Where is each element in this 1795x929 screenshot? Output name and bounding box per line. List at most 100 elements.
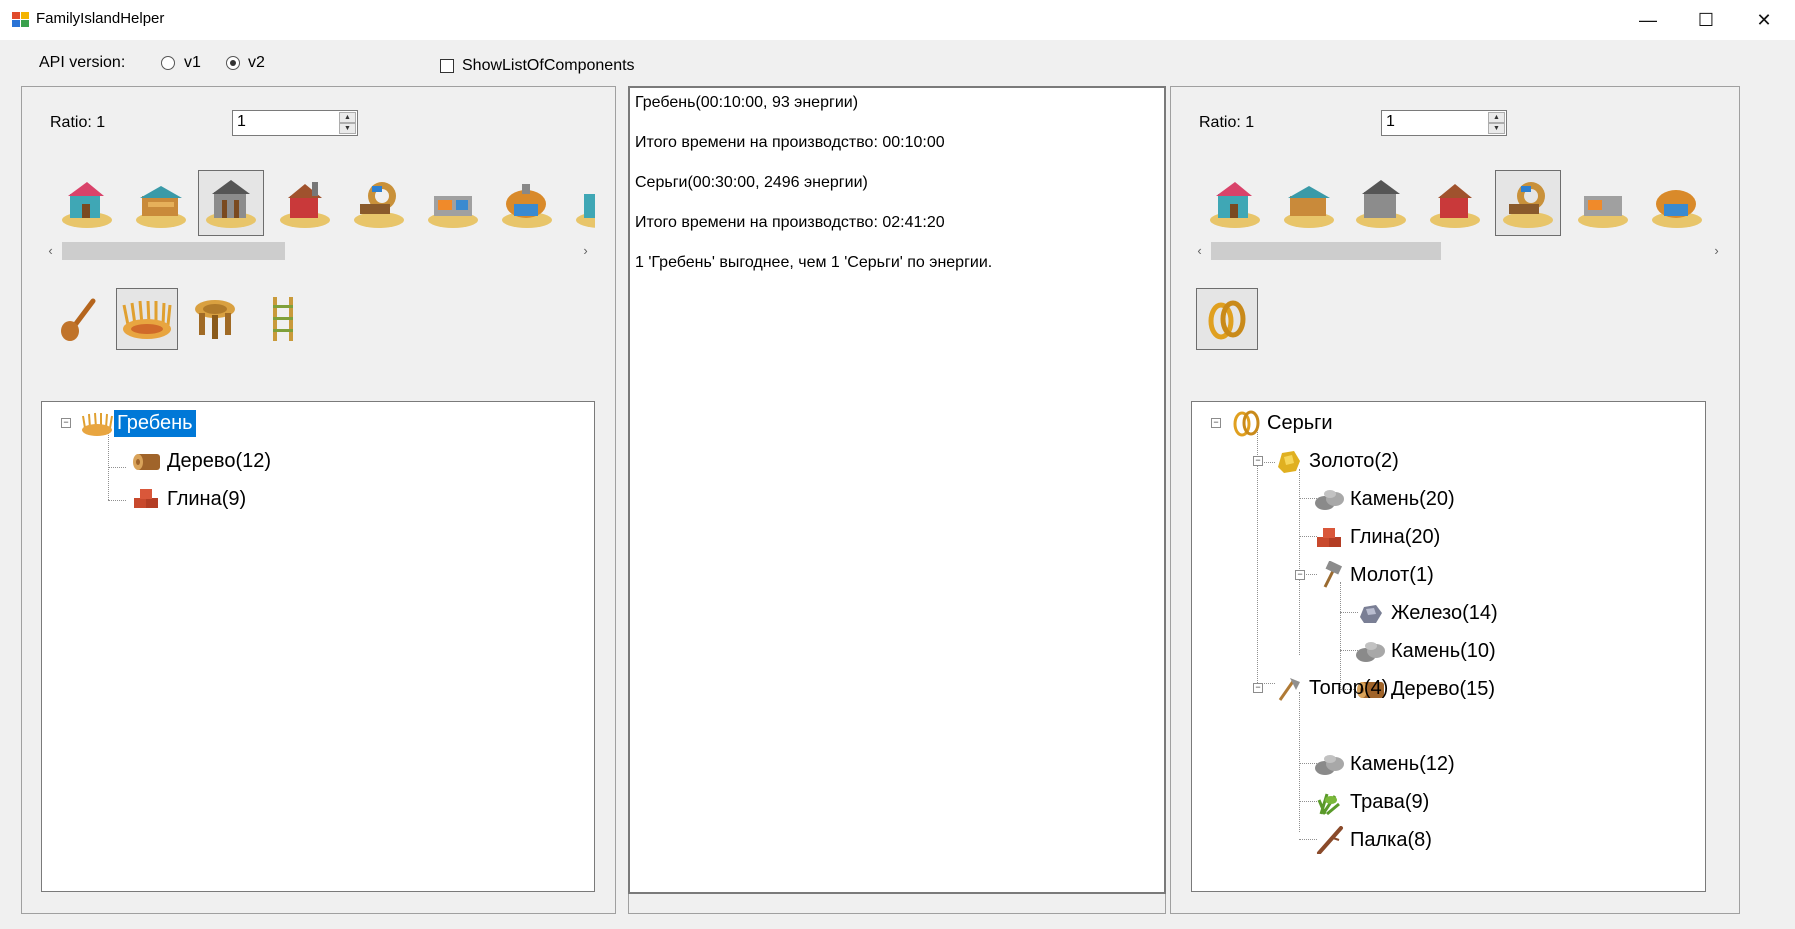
radio-v2[interactable]	[226, 56, 240, 70]
tree-node[interactable]: Золото(2)	[1272, 446, 1402, 476]
comb-icon	[122, 300, 172, 339]
comparison-output[interactable]: Гребень(00:10:00, 93 энергии) Итого врем…	[628, 86, 1166, 894]
tree-node[interactable]: Камень(20)	[1313, 484, 1458, 514]
right-building-3[interactable]	[1348, 170, 1414, 236]
tree-node[interactable]: Дерево(12)	[130, 446, 274, 476]
tree-node[interactable]: Гребень	[80, 408, 196, 438]
left-item-3[interactable]	[184, 288, 246, 350]
api-version-label: API version:	[39, 54, 126, 71]
right-buildings-scrollbar[interactable]: ‹ ›	[1191, 242, 1728, 260]
left-building-3[interactable]	[198, 170, 264, 236]
spoon-icon	[61, 298, 96, 341]
smelter-building-icon	[428, 196, 478, 228]
comb-icon	[82, 412, 113, 436]
left-ratio-label: Ratio: 1	[50, 114, 106, 131]
tree-node-label: Глина(9)	[167, 487, 247, 510]
right-building-2[interactable]	[1276, 170, 1342, 236]
radio-v1-label[interactable]: v1	[184, 54, 201, 72]
right-building-4[interactable]	[1422, 170, 1488, 236]
radio-v2-label[interactable]: v2	[248, 54, 265, 72]
right-ratio-up-button[interactable]: ▲	[1488, 112, 1505, 123]
tree-collapse-toggle[interactable]: −	[1253, 683, 1263, 693]
left-building-4[interactable]	[272, 170, 338, 236]
output-line: 1 'Гребень' выгоднее, чем 1 'Серьги' по …	[635, 254, 993, 271]
right-component-tree: − − − − Серьги Золото(2) Камень(20) Глин…	[1191, 401, 1706, 892]
left-ratio-up-button[interactable]: ▲	[339, 112, 356, 123]
right-ratio-down-button[interactable]: ▼	[1488, 123, 1505, 134]
left-ratio-value: 1	[237, 113, 246, 130]
right-item-1[interactable]	[1196, 288, 1258, 350]
tree-node[interactable]: Молот(1)	[1313, 560, 1437, 590]
tree-node[interactable]: Железо(14)	[1354, 598, 1501, 628]
grass-icon	[1317, 793, 1340, 816]
left-building-6[interactable]	[420, 170, 486, 236]
workshop-building-icon	[576, 194, 595, 228]
mine-building-icon	[1356, 180, 1406, 228]
tree-collapse-toggle[interactable]: −	[1295, 570, 1305, 580]
scroll-right-icon[interactable]: ›	[577, 242, 594, 260]
show-list-checkbox[interactable]	[440, 59, 454, 73]
right-building-7[interactable]	[1644, 170, 1710, 236]
left-item-4[interactable]	[252, 288, 314, 350]
weaving-building-icon	[1503, 182, 1553, 228]
workshop-building-icon	[1210, 182, 1260, 228]
right-building-5[interactable]	[1495, 170, 1561, 236]
stone-icon	[1356, 642, 1385, 662]
window-title: FamilyIslandHelper	[36, 10, 165, 27]
tree-collapse-toggle[interactable]: −	[1211, 418, 1221, 428]
tree-node[interactable]: Трава(9)	[1313, 787, 1432, 817]
output-line: Итого времени на производство: 00:10:00	[635, 134, 945, 151]
tree-collapse-toggle[interactable]: −	[1253, 456, 1263, 466]
show-list-label[interactable]: ShowListOfComponents	[462, 57, 635, 75]
left-ratio-down-button[interactable]: ▼	[339, 123, 356, 134]
log-icon	[133, 454, 160, 470]
scroll-right-icon[interactable]: ›	[1708, 242, 1725, 260]
tree-node[interactable]: Глина(9)	[130, 484, 249, 514]
tree-node[interactable]: Глина(20)	[1313, 522, 1443, 552]
right-ratio-input[interactable]: 1 ▲ ▼	[1381, 110, 1507, 136]
tree-node-label: Серьги	[1267, 411, 1333, 434]
left-buildings-strip	[50, 168, 595, 240]
forge-building-icon	[1430, 184, 1480, 228]
stool-icon	[195, 300, 235, 339]
stone-icon	[1315, 755, 1344, 775]
maximize-button[interactable]: ☐	[1677, 0, 1735, 40]
tree-node-label: Топор(4)	[1309, 676, 1389, 699]
right-building-6[interactable]	[1570, 170, 1636, 236]
left-building-8[interactable]	[568, 170, 595, 236]
tree-node-label: Дерево(12)	[167, 449, 272, 472]
radio-v1[interactable]	[161, 56, 175, 70]
tree-node[interactable]: Топор(4)	[1272, 673, 1391, 703]
left-buildings-scrollbar[interactable]: ‹ ›	[42, 242, 597, 260]
close-button[interactable]: ✕	[1735, 0, 1793, 40]
hammer-icon	[1323, 561, 1343, 588]
tree-node[interactable]: Серьги	[1230, 408, 1336, 438]
tree-node-label: Дерево(15)	[1391, 677, 1496, 700]
right-scroll-thumb[interactable]	[1211, 242, 1441, 260]
left-building-2[interactable]	[128, 170, 194, 236]
tree-node-label: Трава(9)	[1350, 790, 1430, 813]
smelter-building-icon	[1578, 196, 1628, 228]
left-scroll-thumb[interactable]	[62, 242, 285, 260]
scroll-left-icon[interactable]: ‹	[42, 242, 59, 260]
clay-icon	[1317, 528, 1341, 547]
left-item-1[interactable]	[48, 288, 110, 350]
right-building-1[interactable]	[1202, 170, 1268, 236]
tree-node-label: Палка(8)	[1350, 828, 1432, 851]
maximize-icon: ☐	[1697, 9, 1715, 30]
minimize-button[interactable]: —	[1619, 0, 1677, 40]
iron-icon	[1360, 605, 1382, 623]
left-building-1[interactable]	[54, 170, 120, 236]
tree-node[interactable]: Палка(8)	[1313, 825, 1435, 855]
left-tree-collapse-toggle[interactable]: −	[61, 418, 71, 428]
tree-node[interactable]: Камень(10)	[1354, 636, 1499, 666]
left-component-tree: − Гребень Дерево(12) Глина(9)	[41, 401, 595, 892]
left-item-2[interactable]	[116, 288, 178, 350]
left-ratio-input[interactable]: 1 ▲ ▼	[232, 110, 358, 136]
tree-node[interactable]: Камень(12)	[1313, 749, 1458, 779]
gold-icon	[1278, 451, 1300, 473]
left-building-7[interactable]	[494, 170, 560, 236]
left-building-5[interactable]	[346, 170, 412, 236]
mine-building-icon	[206, 180, 256, 228]
scroll-left-icon[interactable]: ‹	[1191, 242, 1208, 260]
